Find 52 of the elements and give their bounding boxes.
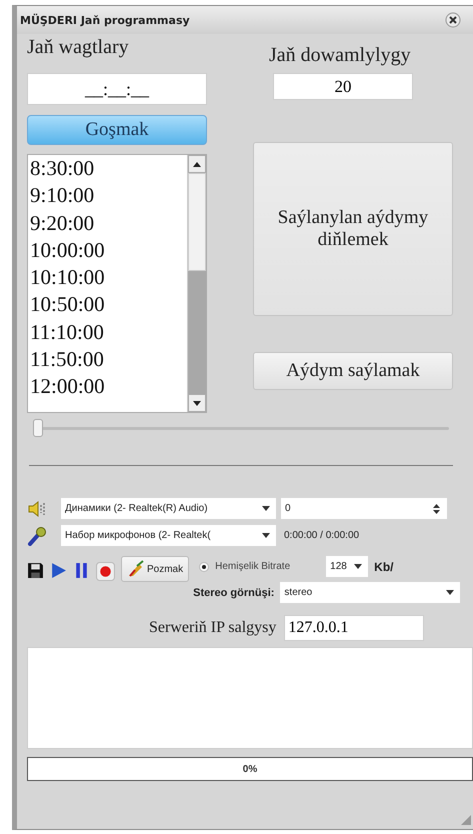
play-icon[interactable] bbox=[50, 562, 67, 579]
scroll-thumb[interactable] bbox=[188, 173, 206, 271]
progress-text: 0% bbox=[242, 764, 258, 774]
close-icon[interactable] bbox=[445, 12, 461, 28]
up-arrow-icon[interactable] bbox=[193, 162, 201, 166]
duration-input[interactable]: 20 bbox=[273, 73, 413, 100]
time-list[interactable]: 8:30:00 9:10:00 9:20:00 10:00:00 10:10:00 10:50:00 11:10:00 11:50:00 12:00:00 bbox=[27, 154, 207, 413]
times-label: Jaň wagtlary bbox=[27, 36, 130, 59]
server-ip-label: Serweriň IP salgysy bbox=[149, 619, 276, 637]
duration-label: Jaň dowamlylygy bbox=[269, 44, 412, 67]
save-icon[interactable] bbox=[27, 562, 44, 579]
volume-spinbox[interactable]: 0 bbox=[281, 498, 447, 519]
time-item[interactable]: 9:20:00 bbox=[30, 210, 187, 237]
add-button[interactable]: Goşmak bbox=[27, 115, 207, 145]
speaker-icon bbox=[27, 498, 47, 518]
choose-song-button[interactable]: Aýdym saýlamak bbox=[253, 352, 453, 390]
server-ip-input[interactable]: 127.0.0.1 bbox=[284, 615, 424, 641]
time-item[interactable]: 12:00:00 bbox=[30, 373, 187, 401]
bitrate-label: Hemişelik Bitrate bbox=[215, 561, 290, 572]
time-item[interactable]: 11:50:00 bbox=[30, 346, 187, 374]
stereo-dropdown[interactable]: stereo bbox=[280, 582, 460, 603]
pause-icon[interactable] bbox=[73, 562, 90, 579]
listen-button[interactable]: Saýlanylan aýdymy diňlemek bbox=[253, 142, 453, 316]
caret-icon bbox=[262, 506, 270, 511]
caret-icon bbox=[354, 564, 362, 569]
stereo-label: Stereo görnüşi: bbox=[193, 586, 274, 598]
record-icon[interactable] bbox=[96, 562, 115, 581]
radio-button[interactable] bbox=[199, 562, 210, 572]
delete-button[interactable]: Pozmak bbox=[121, 556, 190, 582]
caret-icon bbox=[262, 533, 270, 538]
time-item[interactable]: 10:50:00 bbox=[30, 291, 187, 319]
speaker-dropdown[interactable]: Динамики (2- Realtek(R) Audio) bbox=[61, 498, 276, 519]
microphone-icon bbox=[27, 526, 47, 546]
bitrate-dropdown[interactable]: 128 bbox=[326, 556, 368, 577]
time-item[interactable]: 8:30:00 bbox=[30, 155, 187, 182]
microphone-dropdown[interactable]: Набор микрофонов (2- Realtek( bbox=[61, 525, 276, 546]
time-item[interactable]: 10:10:00 bbox=[30, 264, 187, 292]
window-title: MÜŞDERI Jaň programmasy bbox=[20, 14, 190, 26]
resize-grip-icon[interactable] bbox=[461, 815, 471, 825]
spin-arrows-icon[interactable] bbox=[432, 502, 441, 514]
slider-thumb[interactable] bbox=[33, 419, 43, 437]
position-slider[interactable] bbox=[33, 417, 449, 439]
caret-icon bbox=[446, 590, 454, 595]
time-item[interactable]: 9:10:00 bbox=[30, 182, 187, 210]
time-counter: 0:00:00 / 0:00:00 bbox=[284, 530, 360, 541]
time-item[interactable]: 11:10:00 bbox=[30, 318, 187, 346]
scrollbar[interactable] bbox=[187, 155, 206, 412]
down-arrow-icon[interactable] bbox=[193, 400, 201, 406]
time-input[interactable]: __:__:__ bbox=[27, 73, 207, 105]
eraser-icon bbox=[127, 560, 145, 578]
bitrate-unit: Kb/ bbox=[374, 560, 394, 574]
time-item[interactable]: 10:00:00 bbox=[30, 236, 187, 264]
